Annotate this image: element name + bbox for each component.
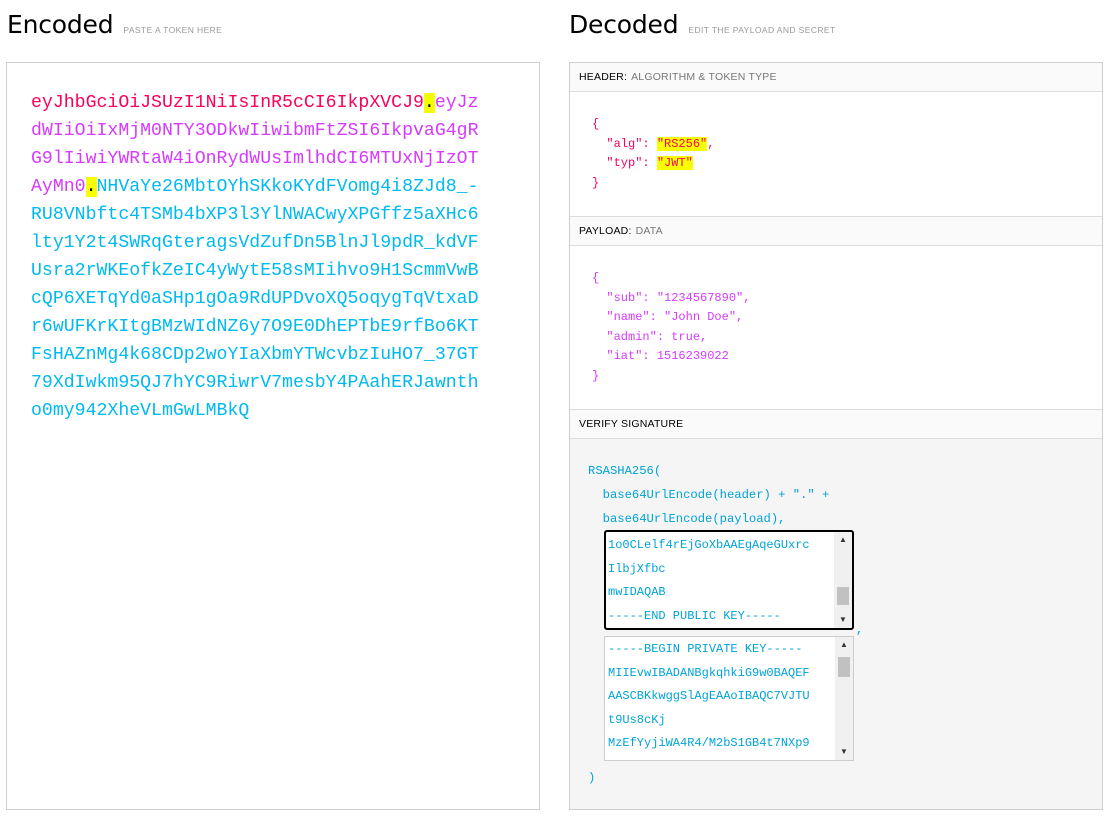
arg-separator-comma: , xyxy=(856,623,864,637)
decoded-panel: HEADER: ALGORITHM & TOKEN TYPE { "alg": … xyxy=(569,62,1103,810)
scroll-down-arrow-icon[interactable]: ▼ xyxy=(835,744,853,760)
scroll-down-arrow-icon[interactable]: ▼ xyxy=(834,612,852,628)
verify-section-label: VERIFY SIGNATURE xyxy=(579,418,684,430)
header-section-title: HEADER: ALGORITHM & TOKEN TYPE xyxy=(570,63,1102,92)
public-key-scrollbar[interactable]: ▲ ▼ xyxy=(834,532,852,628)
payload-section-title: PAYLOAD: DATA xyxy=(570,217,1102,246)
verify-header-expr: base64UrlEncode(header) + "." + xyxy=(602,488,830,502)
private-key-line: MzEfYyjiWA4R4/M2bS1GB4t7NXp9 xyxy=(608,736,810,750)
json-close-brace: } xyxy=(592,368,600,383)
scrollbar-thumb[interactable] xyxy=(838,657,850,677)
json-open-brace: { xyxy=(592,271,600,285)
private-key-text: -----BEGIN PRIVATE KEY----- MIIEvwIBADAN… xyxy=(608,638,830,756)
scroll-up-arrow-icon[interactable]: ▲ xyxy=(834,532,852,548)
verify-section-title: VERIFY SIGNATURE xyxy=(570,410,1102,439)
header-typ-value: "JWT" xyxy=(656,156,693,170)
private-key-line: AASCBKkwggSlAgEAAoIBAQC7VJTU xyxy=(608,689,810,703)
private-key-textarea[interactable]: -----BEGIN PRIVATE KEY----- MIIEvwIBADAN… xyxy=(604,636,854,761)
private-key-line: MIIEvwIBADANBgkqhkiG9w0BAQEF xyxy=(608,665,810,680)
json-open-brace: { xyxy=(592,117,600,131)
token-separator-dot: . xyxy=(85,177,97,197)
public-key-textarea[interactable]: 1o0CLelf4rEjGoXbAAEgAqeGUxrc IlbjXfbc mw… xyxy=(604,530,854,630)
header-alg-value: "RS256" xyxy=(656,136,708,151)
token-text[interactable]: eyJhbGciOiJSUzI1NiIsInR5cCI6IkpXVCJ9.eyJ… xyxy=(31,89,479,425)
verify-signature-area: RSASHA256( base64UrlEncode(header) + "."… xyxy=(570,439,1102,809)
token-header-part: eyJhbGciOiJSUzI1NiIsInR5cCI6IkpXVCJ9 xyxy=(31,93,424,113)
public-key-text: 1o0CLelf4rEjGoXbAAEgAqeGUxrc IlbjXfbc mw… xyxy=(608,534,830,628)
private-key-scrollbar[interactable]: ▲ ▼ xyxy=(835,637,853,760)
verify-func-open: RSASHA256( xyxy=(588,464,662,478)
payload-section-label: PAYLOAD: xyxy=(579,225,632,237)
payload-sub-line: "sub": "1234567890", xyxy=(606,290,751,305)
json-close-brace: } xyxy=(592,175,600,190)
encoded-title-group: Encoded PASTE A TOKEN HERE xyxy=(7,10,222,39)
verify-formula: RSASHA256( base64UrlEncode(header) + "."… xyxy=(588,459,829,531)
verify-payload-expr: base64UrlEncode(payload), xyxy=(602,512,786,526)
payload-json-editor[interactable]: { "sub": "1234567890", "name": "John Doe… xyxy=(592,269,750,386)
public-key-line: -----END PUBLIC KEY----- xyxy=(608,608,781,623)
verify-func-close: ) xyxy=(588,771,596,785)
decoded-title: Decoded xyxy=(569,10,679,39)
header-section-hint: ALGORITHM & TOKEN TYPE xyxy=(631,71,777,83)
token-separator-dot: . xyxy=(423,93,435,113)
token-signature-part: NHVaYe26MbtOYhSKkoKYdFVomg4i8ZJd8_-RU8VN… xyxy=(31,177,479,421)
public-key-line: 1o0CLelf4rEjGoXbAAEgAqeGUxrc xyxy=(608,538,810,552)
private-key-line: t9Us8cKj xyxy=(608,712,666,727)
decoded-subtitle: EDIT THE PAYLOAD AND SECRET xyxy=(688,25,836,35)
payload-admin-line: "admin": true, xyxy=(606,329,708,344)
scroll-up-arrow-icon[interactable]: ▲ xyxy=(835,637,853,653)
encoded-token-editor[interactable]: eyJhbGciOiJSUzI1NiIsInR5cCI6IkpXVCJ9.eyJ… xyxy=(6,62,540,810)
decoded-title-group: Decoded EDIT THE PAYLOAD AND SECRET xyxy=(569,10,836,39)
public-key-line: IlbjXfbc xyxy=(608,561,666,576)
payload-name-line: "name": "John Doe", xyxy=(606,310,744,324)
payload-section-hint: DATA xyxy=(635,225,663,237)
header-alg-key: "alg" xyxy=(606,136,643,151)
encoded-subtitle: PASTE A TOKEN HERE xyxy=(123,25,223,35)
encoded-title: Encoded xyxy=(7,10,114,39)
header-section-label: HEADER: xyxy=(579,71,628,83)
payload-iat-line: "iat": 1516239022 xyxy=(606,349,729,363)
public-key-line: mwIDAQAB xyxy=(608,585,666,599)
scrollbar-thumb[interactable] xyxy=(837,587,849,605)
header-json-editor[interactable]: { "alg": "RS256", "typ": "JWT" } xyxy=(592,115,714,193)
header-typ-key: "typ" xyxy=(606,156,643,170)
private-key-line: -----BEGIN PRIVATE KEY----- xyxy=(608,642,803,656)
